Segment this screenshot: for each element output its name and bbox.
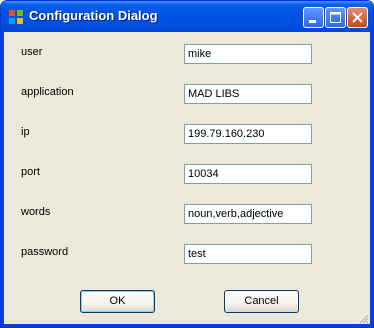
password-field[interactable] xyxy=(184,244,312,264)
title-bar[interactable]: Configuration Dialog xyxy=(1,1,373,32)
window-frame-left xyxy=(1,32,4,327)
resize-grip-icon[interactable] xyxy=(357,311,369,324)
port-label: port xyxy=(21,166,40,178)
window-frame-bottom xyxy=(1,324,373,327)
words-field[interactable] xyxy=(184,204,312,224)
user-field[interactable] xyxy=(184,44,312,64)
windows-form-icon xyxy=(8,9,24,25)
close-button[interactable] xyxy=(347,7,368,28)
ip-label: ip xyxy=(21,126,30,138)
user-label: user xyxy=(21,46,43,58)
password-label: password xyxy=(21,246,69,258)
words-label: words xyxy=(21,206,51,218)
application-field[interactable] xyxy=(184,84,312,104)
ip-field[interactable] xyxy=(184,124,312,144)
cancel-button[interactable]: Cancel xyxy=(224,290,299,313)
close-icon xyxy=(352,12,363,23)
window-title: Configuration Dialog xyxy=(29,8,158,23)
minimize-icon xyxy=(309,20,316,23)
configuration-dialog-window: Configuration Dialog user application ip… xyxy=(0,0,374,328)
port-field[interactable] xyxy=(184,164,312,184)
maximize-button[interactable] xyxy=(325,7,346,28)
maximize-icon xyxy=(330,12,341,23)
minimize-button[interactable] xyxy=(303,7,324,28)
application-label: application xyxy=(21,86,74,98)
ok-button[interactable]: OK xyxy=(80,290,155,313)
window-frame-right xyxy=(370,32,373,327)
